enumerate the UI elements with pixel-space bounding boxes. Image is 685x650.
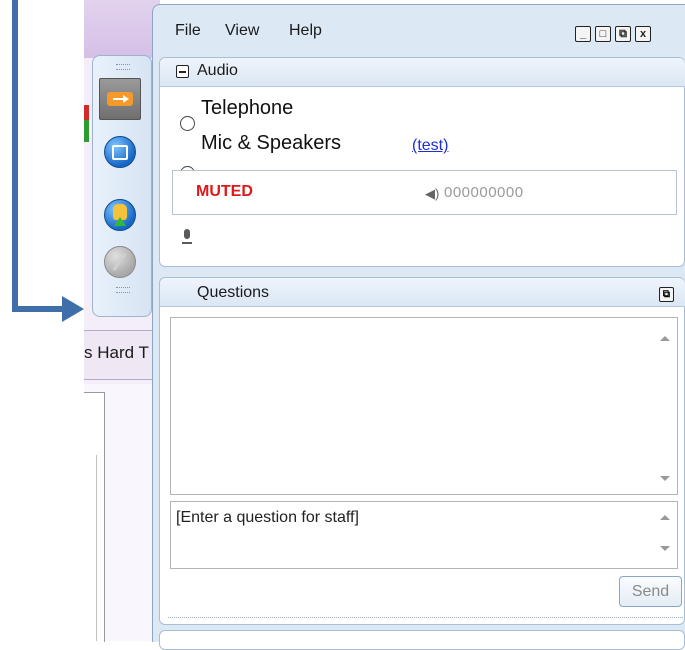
scroll-up-icon[interactable] xyxy=(660,515,670,520)
menu-help[interactable]: Help xyxy=(289,22,322,40)
background-app-tab-text[interactable]: s Hard T xyxy=(84,343,158,363)
radio-telephone[interactable] xyxy=(180,116,195,131)
toolbar-arrow-button[interactable] xyxy=(99,78,141,120)
callout-arrow-line xyxy=(12,0,18,312)
menu-view[interactable]: View xyxy=(225,22,259,40)
audio-panel-title: Audio xyxy=(197,62,238,79)
radio-telephone-label[interactable]: Telephone xyxy=(201,97,293,120)
next-panel xyxy=(159,630,685,650)
close-button[interactable]: x xyxy=(635,26,651,42)
menu-file[interactable]: File xyxy=(175,22,201,40)
toolbar-window-button[interactable] xyxy=(99,131,141,173)
maximize-button[interactable]: □ xyxy=(595,26,611,42)
panel-divider xyxy=(168,617,683,618)
toolbar-raise-hand-button[interactable] xyxy=(99,194,141,236)
callout-arrow-head xyxy=(62,296,84,322)
audio-panel xyxy=(159,57,685,267)
radio-mic-speakers-label[interactable]: Mic & Speakers xyxy=(201,132,341,155)
scroll-up-icon[interactable] xyxy=(660,336,670,341)
disabled-circle-icon xyxy=(104,246,136,278)
toolbar-grip-bottom[interactable] xyxy=(116,287,130,293)
scroll-down-icon[interactable] xyxy=(660,546,670,551)
raise-hand-icon xyxy=(104,199,136,231)
background-app-inner-frame-2 xyxy=(84,455,97,641)
toolbar-grip-top[interactable] xyxy=(116,64,130,70)
question-input-placeholder[interactable]: [Enter a question for staff] xyxy=(176,509,359,527)
popout-icon[interactable]: ⧉ xyxy=(659,287,674,302)
audio-panel-header[interactable] xyxy=(160,58,685,87)
scroll-down-icon[interactable] xyxy=(660,476,670,481)
speaker-level-meter: 000000000 xyxy=(444,184,524,201)
callout-arrow-line-horizontal xyxy=(12,306,64,312)
audio-test-link[interactable]: (test) xyxy=(412,137,448,155)
speaker-icon: ◀) xyxy=(425,186,440,201)
collapse-icon[interactable] xyxy=(176,65,189,78)
background-app-header xyxy=(84,0,160,58)
square-circle-icon xyxy=(104,136,136,168)
minimize-button[interactable]: _ xyxy=(575,26,591,42)
mic-muted-status[interactable]: MUTED xyxy=(196,183,253,201)
microphone-icon[interactable] xyxy=(182,229,192,244)
toolbar-disabled-button xyxy=(99,241,141,283)
restore-button[interactable]: ⧉ xyxy=(615,26,631,42)
arrow-right-icon xyxy=(107,92,133,106)
background-app-green-marker xyxy=(84,120,89,142)
send-button[interactable]: Send xyxy=(619,576,682,607)
questions-panel-title: Questions xyxy=(197,284,270,301)
questions-log[interactable] xyxy=(170,317,678,495)
